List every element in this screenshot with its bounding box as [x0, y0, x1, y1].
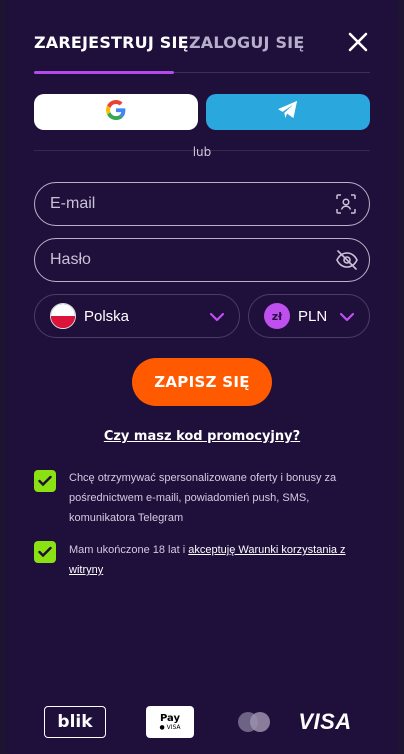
chevron-down-icon	[209, 309, 225, 325]
currency-value: PLN	[298, 307, 328, 325]
submit-register-button[interactable]: ZAPISZ SIĘ	[132, 358, 272, 406]
or-label: lub	[192, 145, 212, 159]
marketing-consent-checkbox[interactable]	[34, 470, 56, 492]
email-input[interactable]	[50, 183, 320, 225]
terms-consent-checkbox[interactable]	[34, 541, 56, 563]
country-select[interactable]: Polska	[34, 294, 240, 338]
eye-off-icon[interactable]	[335, 249, 358, 271]
google-signin-button[interactable]	[34, 94, 198, 130]
tab-login[interactable]: ZALOGUJ SIĘ	[189, 33, 304, 52]
currency-select[interactable]: zł PLN	[248, 294, 370, 338]
email-field[interactable]	[34, 182, 370, 226]
mastercard-icon	[236, 706, 272, 738]
password-input[interactable]	[50, 239, 320, 281]
close-icon[interactable]	[346, 30, 370, 54]
registration-modal: ZAREJESTRUJ SIĘ ZALOGUJ SIĘ lub E-mail P…	[6, 0, 398, 754]
terms-consent-label: Mam ukończone 18 lat i akceptuję Warunki…	[69, 540, 369, 580]
poland-flag-icon	[50, 303, 76, 329]
contact-card-icon	[335, 193, 357, 215]
marketing-consent-label: Chcę otrzymywać spersonalizowane oferty …	[69, 472, 337, 524]
zloty-icon: zł	[264, 303, 290, 329]
google-g-icon	[106, 100, 126, 124]
promo-code-link[interactable]: Czy masz kod promocyjny?	[6, 429, 398, 444]
blik-logo: blik	[44, 706, 106, 738]
password-field[interactable]	[34, 238, 370, 282]
tab-register[interactable]: ZAREJESTRUJ SIĘ	[34, 33, 189, 52]
terms-prefix: Mam ukończone 18 lat i	[69, 544, 189, 556]
country-value: Polska	[84, 307, 130, 325]
checkmark-icon	[38, 475, 52, 487]
checkmark-icon	[38, 546, 52, 558]
visa-logo: VISA	[298, 709, 352, 734]
telegram-plane-icon	[277, 100, 299, 124]
apple-pay-sub: ● VISA	[159, 724, 181, 731]
auth-tabs: ZAREJESTRUJ SIĘ ZALOGUJ SIĘ	[34, 30, 370, 74]
chevron-down-icon	[339, 309, 355, 325]
apple-pay-label: Pay	[159, 713, 181, 724]
active-tab-indicator	[34, 71, 174, 74]
telegram-signin-button[interactable]	[206, 94, 370, 130]
apple-pay-logo: Pay ● VISA	[146, 706, 194, 738]
